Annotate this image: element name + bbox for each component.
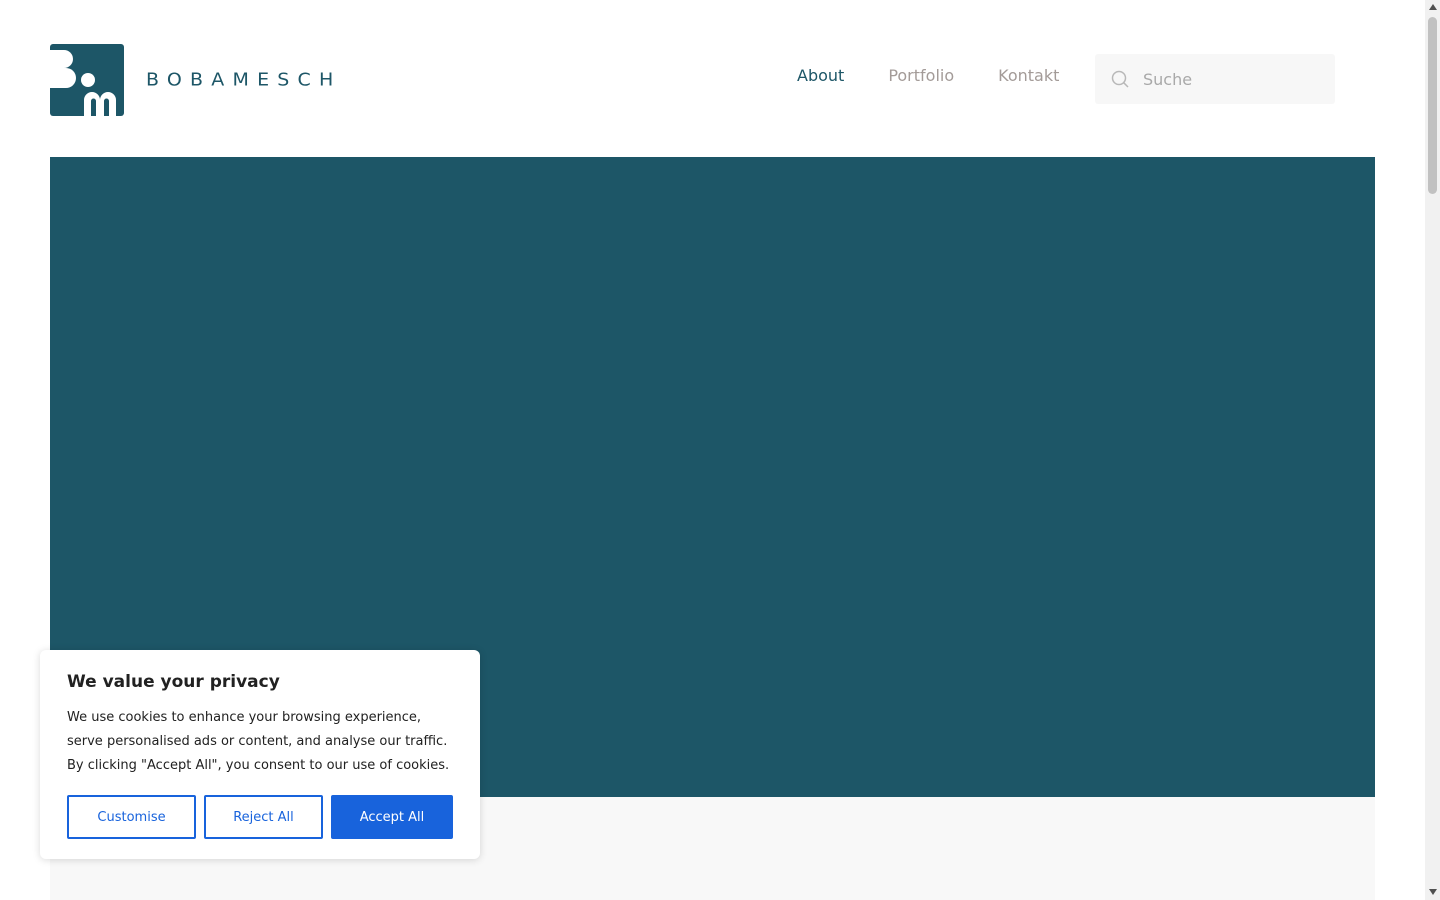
cookie-buttons: Customise Reject All Accept All <box>67 795 453 839</box>
search-icon <box>1111 70 1129 88</box>
nav-item-about[interactable]: About <box>797 66 844 85</box>
accept-all-button[interactable]: Accept All <box>331 795 453 839</box>
nav-item-kontakt[interactable]: Kontakt <box>998 66 1059 85</box>
reject-all-button[interactable]: Reject All <box>204 795 323 839</box>
cookie-consent-banner: We value your privacy We use cookies to … <box>40 650 480 859</box>
customise-button[interactable]: Customise <box>67 795 196 839</box>
scroll-down-arrow-icon[interactable] <box>1429 889 1437 895</box>
search-input[interactable] <box>1141 68 1325 90</box>
search-box <box>1095 54 1335 104</box>
logo-mark-icon <box>50 44 124 116</box>
main-nav: About Portfolio Kontakt <box>797 66 1059 85</box>
site-logo[interactable]: BOBAMESCH <box>50 44 342 116</box>
scrollbar[interactable] <box>1425 0 1440 900</box>
logo-wordmark: BOBAMESCH <box>146 69 342 91</box>
cookie-title: We value your privacy <box>67 672 280 692</box>
scrollbar-thumb[interactable] <box>1428 17 1437 194</box>
scroll-up-arrow-icon[interactable] <box>1429 4 1437 10</box>
nav-item-portfolio[interactable]: Portfolio <box>888 66 954 85</box>
cookie-text: We use cookies to enhance your browsing … <box>67 710 450 773</box>
